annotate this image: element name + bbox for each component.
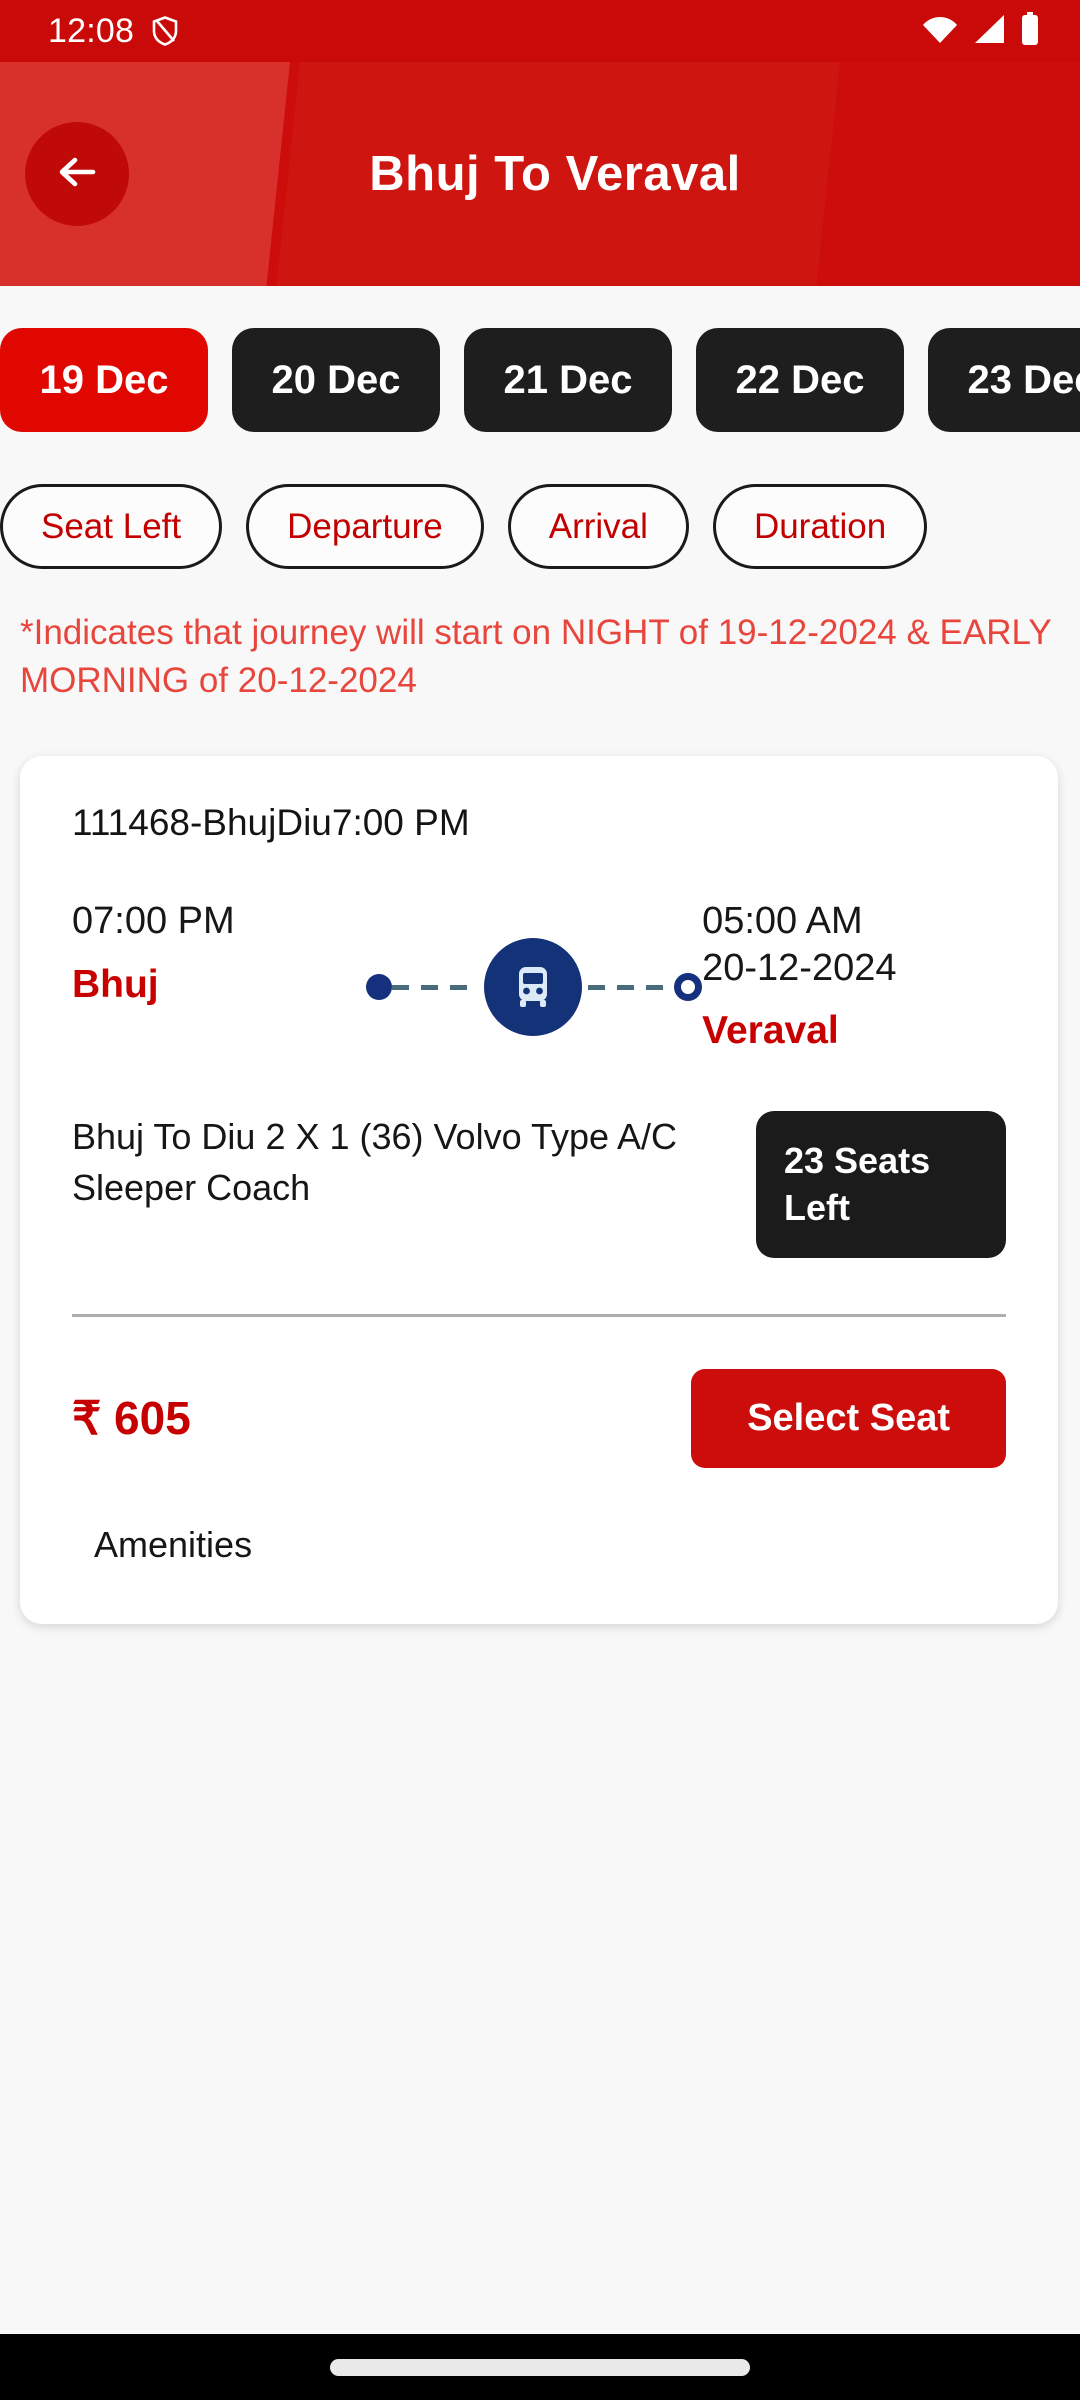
departure-time: 07:00 PM	[72, 900, 235, 943]
date-tab-strip[interactable]: 19 Dec 20 Dec 21 Dec 22 Dec 23 Dec	[0, 286, 1080, 432]
bus-icon	[484, 938, 583, 1037]
filter-chip-duration[interactable]: Duration	[712, 484, 928, 569]
page-title: Bhuj To Veraval	[369, 147, 741, 201]
phone-screen: 12:08 Bhuj To Veraval 19 Dec 20 Dec 21 D…	[0, 0, 1080, 2400]
status-bar-right	[922, 11, 1040, 51]
seats-left-badge: 23 Seats Left	[756, 1110, 1006, 1258]
battery-icon	[1020, 11, 1040, 51]
select-seat-button[interactable]: Select Seat	[691, 1368, 1006, 1468]
status-bar: 12:08	[0, 0, 1080, 62]
status-bar-left: 12:08	[48, 12, 178, 51]
arrival-block: 05:00 AM 20-12-2024 Veraval	[702, 898, 1006, 1053]
arrival-date: 20-12-2024	[702, 946, 897, 989]
home-gesture-indicator[interactable]	[330, 2358, 750, 2376]
night-journey-note: *Indicates that journey will start on NI…	[20, 613, 1052, 700]
system-navigation-bar	[0, 2334, 1080, 2400]
app-header: Bhuj To Veraval	[0, 62, 1080, 286]
status-time: 12:08	[48, 11, 135, 50]
bus-type-row: Bhuj To Diu 2 X 1 (36) Volvo Type A/C Sl…	[72, 1110, 1006, 1258]
header-content: Bhuj To Veraval	[0, 62, 1080, 286]
filter-chip-departure[interactable]: Departure	[246, 484, 484, 569]
departure-city: Bhuj	[72, 962, 159, 1006]
fare-price: ₹ 605	[72, 1392, 191, 1445]
date-tab-22-dec[interactable]: 22 Dec	[696, 328, 904, 432]
wifi-icon	[922, 13, 958, 50]
route-dashed-line-left	[392, 984, 479, 990]
departure-block: 07:00 PM Bhuj	[72, 898, 366, 1006]
filter-chip-row[interactable]: Seat Left Departure Arrival Duration	[0, 432, 1080, 569]
date-tab-20-dec[interactable]: 20 Dec	[232, 328, 440, 432]
cellular-signal-icon	[972, 13, 1006, 50]
route-dashed-line-right	[588, 984, 675, 990]
route-graphic	[366, 898, 703, 1037]
bus-result-card[interactable]: 111468-BhujDiu7:00 PM 07:00 PM Bhuj 05:0…	[20, 756, 1058, 1624]
journey-row: 07:00 PM Bhuj 05:00 AM 20-12-2024 Verava…	[72, 898, 1006, 1053]
filter-chip-arrival[interactable]: Arrival	[507, 484, 689, 569]
date-tab-21-dec[interactable]: 21 Dec	[464, 328, 672, 432]
bus-type-label: Bhuj To Diu 2 X 1 (36) Volvo Type A/C Sl…	[72, 1115, 678, 1209]
price-action-row: ₹ 605 Select Seat	[72, 1368, 1006, 1468]
date-tab-23-dec[interactable]: 23 Dec	[928, 328, 1080, 432]
route-end-dot-icon	[674, 973, 703, 1002]
arrival-time: 05:00 AM	[702, 900, 863, 943]
card-divider	[72, 1313, 1006, 1317]
amenities-label[interactable]: Amenities	[72, 1524, 1006, 1566]
arrival-city: Veraval	[702, 1008, 839, 1052]
bus-service-title: 111468-BhujDiu7:00 PM	[72, 802, 470, 844]
route-line	[366, 938, 703, 1037]
route-start-dot-icon	[366, 974, 393, 1001]
filter-chip-seat-left[interactable]: Seat Left	[0, 484, 223, 569]
shield-icon	[152, 16, 178, 46]
date-tab-19-dec[interactable]: 19 Dec	[0, 328, 208, 432]
